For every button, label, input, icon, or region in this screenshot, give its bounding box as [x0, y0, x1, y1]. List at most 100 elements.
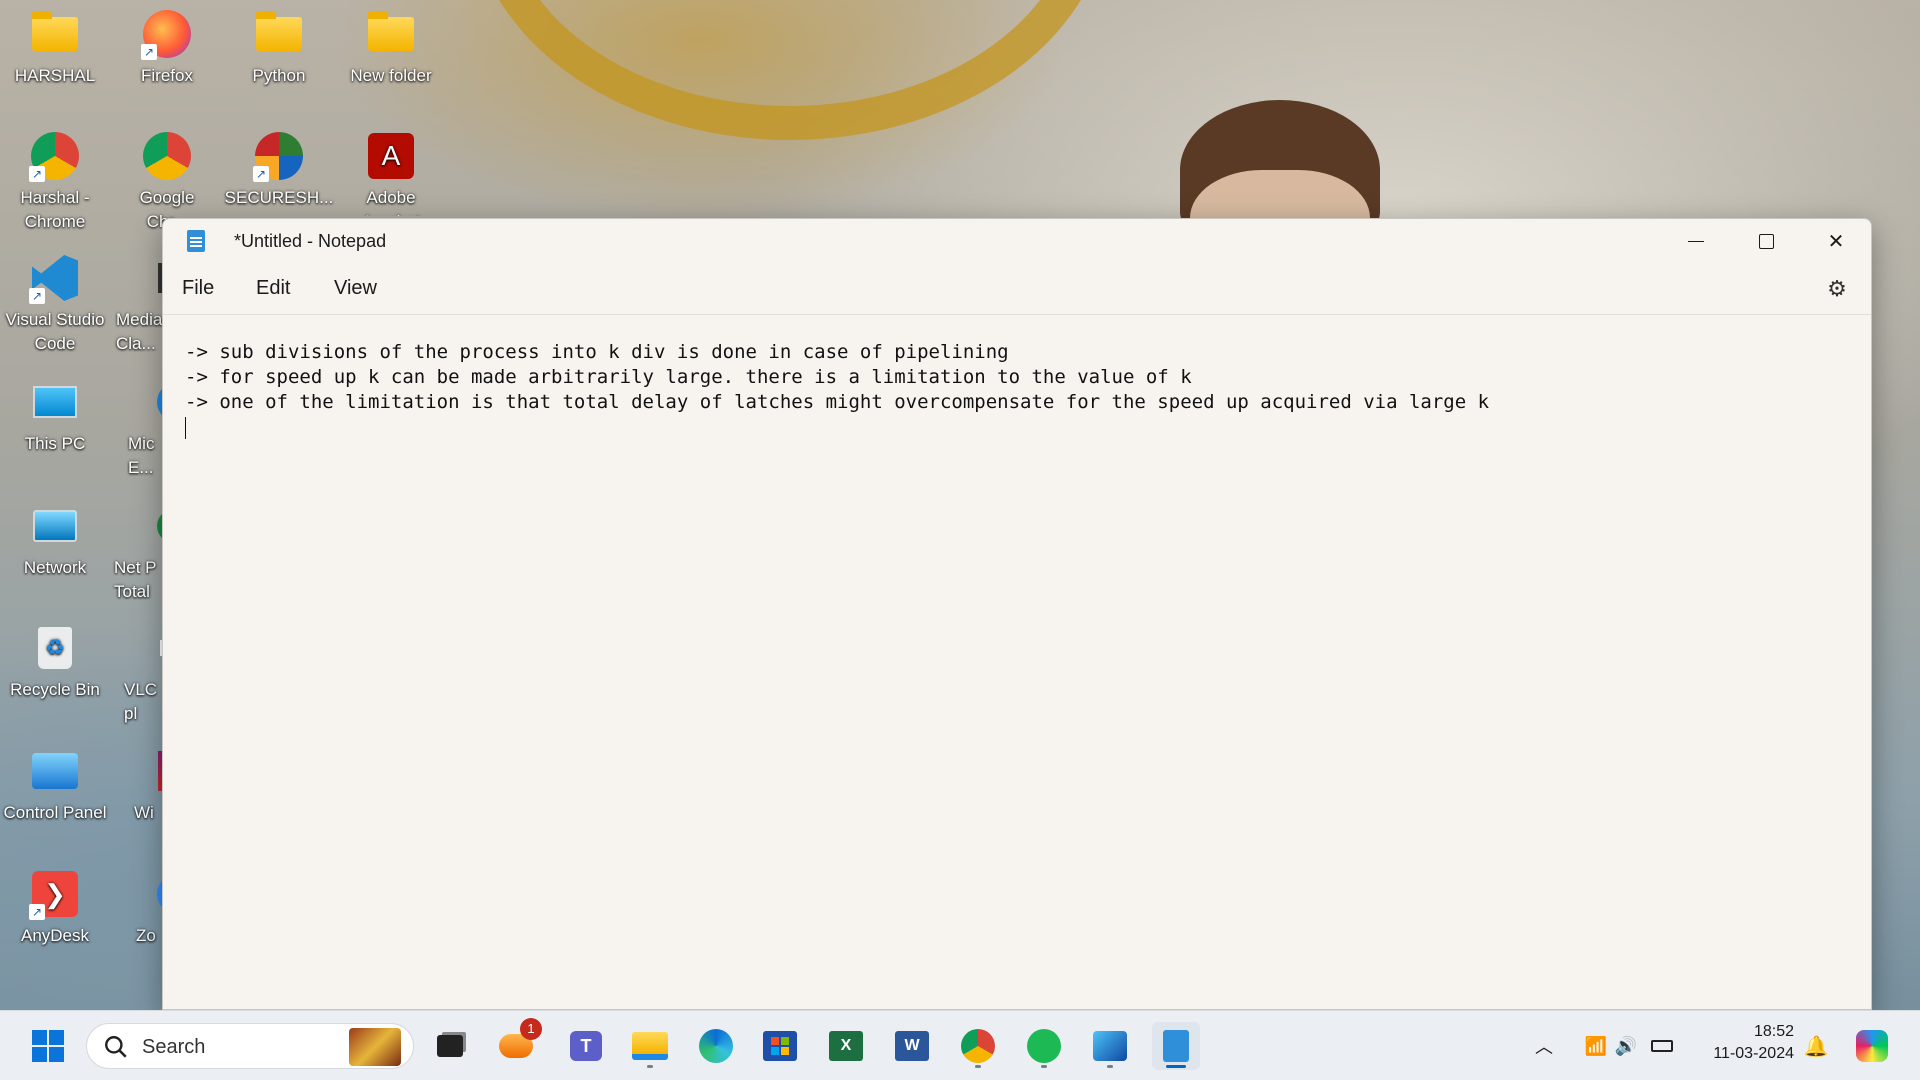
- weather-widget[interactable]: 1: [492, 1018, 542, 1070]
- excel-icon: X: [829, 1031, 863, 1061]
- taskbar-search[interactable]: Search: [86, 1023, 414, 1069]
- desktop-icon-label: Python: [252, 66, 306, 85]
- desktop-icon-microsoft-edge[interactable]: Mic E...: [112, 376, 166, 480]
- desktop-icon-vlc[interactable]: ↗ VLC pl: [112, 622, 166, 726]
- desktop-icon-label: Media Cla...: [116, 310, 163, 353]
- desktop-icon-harshal-chrome[interactable]: ↗ Harshal - Chrome: [0, 130, 110, 234]
- file-explorer-app[interactable]: [626, 1022, 674, 1070]
- spotify-icon: [1027, 1029, 1061, 1063]
- word-app[interactable]: W: [888, 1022, 936, 1070]
- notepad-window[interactable]: *Untitled - Notepad ✕ File Edit View ⚙ -…: [162, 218, 1872, 1010]
- settings-button[interactable]: ⚙: [1825, 277, 1849, 301]
- task-view-icon: [437, 1035, 463, 1057]
- edge-app[interactable]: [692, 1022, 740, 1070]
- desktop-icon-network[interactable]: Network: [0, 500, 110, 580]
- taskbar: Search 1 T X W ︿ 📶 🔊 18:52 11-03-2024 🔔: [0, 1010, 1920, 1080]
- title-bar[interactable]: *Untitled - Notepad ✕: [163, 219, 1871, 263]
- text-caret: [185, 416, 186, 439]
- word-icon: W: [895, 1031, 929, 1061]
- desktop-icon-label: New folder: [350, 66, 432, 85]
- show-hidden-icons-button[interactable]: ︿: [1520, 1022, 1568, 1070]
- desktop-icon-label: AnyDesk: [20, 926, 90, 945]
- desktop-icon-label: Net P Total: [114, 558, 157, 601]
- volume-icon: 🔊: [1614, 1035, 1638, 1056]
- volume-status[interactable]: 🔊: [1606, 1022, 1646, 1070]
- task-view-button[interactable]: [426, 1022, 474, 1070]
- secureshell-icon: ↗: [253, 130, 305, 182]
- desktop-icon-secureshell[interactable]: ↗ SECURESH...: [224, 130, 334, 210]
- desktop-icon-label: Harshal - Chrome: [20, 188, 90, 231]
- menu-edit[interactable]: Edit: [256, 277, 290, 300]
- desktop-icon-label: Firefox: [141, 66, 193, 85]
- control-panel-icon: [29, 745, 81, 797]
- firefox-icon: ↗: [141, 8, 193, 60]
- copilot-icon: [1856, 1030, 1888, 1062]
- minimize-icon: [1688, 240, 1704, 242]
- desktop-icon-anydesk[interactable]: ❯ ↗ AnyDesk: [0, 868, 110, 948]
- start-button[interactable]: [24, 1022, 72, 1070]
- windows-logo-icon: [32, 1030, 64, 1062]
- desktop-icon-net-protector[interactable]: Net P Total: [112, 500, 166, 604]
- desktop-icon-label: Visual Studio Code: [5, 310, 105, 353]
- chrome-icon: [141, 130, 193, 182]
- copilot-button[interactable]: [1848, 1022, 1896, 1070]
- running-indicator: [647, 1065, 653, 1068]
- folder-icon: [253, 8, 305, 60]
- file-explorer-icon: [632, 1032, 668, 1060]
- menu-bar: File Edit View ⚙: [163, 263, 1871, 315]
- menu-file[interactable]: File: [182, 277, 214, 300]
- store-app[interactable]: [756, 1022, 804, 1070]
- minimize-button[interactable]: [1661, 219, 1731, 263]
- window-title: *Untitled - Notepad: [234, 231, 387, 251]
- desktop-icon-label: This PC: [24, 434, 86, 453]
- notifications-button[interactable]: 🔔: [1796, 1022, 1836, 1070]
- clock-date: 11-03-2024: [1713, 1045, 1794, 1062]
- chrome-app[interactable]: [954, 1022, 1002, 1070]
- desktop-icon-python[interactable]: Python: [224, 8, 334, 88]
- desktop-icon-media-player-classic[interactable]: Media Cla...: [112, 252, 166, 356]
- monitor-icon: [29, 376, 81, 428]
- teams-app[interactable]: T: [562, 1022, 610, 1070]
- desktop-icon-label: Recycle Bin: [10, 680, 100, 699]
- recycle-bin-icon: ♻: [29, 622, 81, 674]
- text-line: -> one of the limitation is that total d…: [185, 391, 1490, 413]
- chrome-icon: [961, 1029, 995, 1063]
- desktop-icon-firefox[interactable]: ↗ Firefox: [112, 8, 222, 88]
- gear-icon: ⚙: [1827, 276, 1847, 301]
- desktop-icon-label: HARSHAL: [14, 66, 96, 85]
- maximize-button[interactable]: [1731, 219, 1801, 263]
- battery-status[interactable]: [1642, 1022, 1682, 1070]
- close-button[interactable]: ✕: [1801, 219, 1871, 263]
- desktop-icon-control-panel[interactable]: Control Panel: [0, 745, 110, 825]
- desktop-icon-zoom[interactable]: Zo: [112, 868, 166, 948]
- text-editor[interactable]: -> sub divisions of the process into k d…: [163, 316, 1871, 1009]
- folder-icon: [29, 8, 81, 60]
- notepad-app[interactable]: [1152, 1022, 1200, 1070]
- spotify-app[interactable]: [1020, 1022, 1068, 1070]
- running-indicator: [975, 1065, 981, 1068]
- vscode-icon: ↗: [29, 252, 81, 304]
- excel-app[interactable]: X: [822, 1022, 870, 1070]
- menu-view[interactable]: View: [334, 277, 377, 300]
- bell-icon: 🔔: [1803, 1035, 1829, 1058]
- photos-app[interactable]: [1086, 1022, 1134, 1070]
- search-highlight-image: [349, 1028, 401, 1066]
- search-label: Search: [142, 1036, 206, 1058]
- wifi-icon: 📶: [1584, 1035, 1608, 1056]
- desktop-icon-label: Wi: [134, 803, 154, 822]
- desktop-icon-new-folder[interactable]: New folder: [336, 8, 446, 88]
- clock-time: 18:52: [1753, 1023, 1794, 1040]
- close-icon: ✕: [1827, 230, 1845, 253]
- wallpaper-ring: [470, 0, 1110, 140]
- desktop-icon-vscode[interactable]: ↗ Visual Studio Code: [0, 252, 110, 356]
- desktop-icon-winrar[interactable]: Wi: [112, 745, 166, 825]
- desktop-icon-adobe-acrobat[interactable]: A Adobe Acrobat: [336, 130, 446, 216]
- search-icon: [105, 1036, 127, 1058]
- desktop-icon-label: Network: [23, 558, 87, 577]
- store-icon: [763, 1031, 797, 1061]
- desktop-icon-this-pc[interactable]: This PC: [0, 376, 110, 456]
- desktop-icon-recycle-bin[interactable]: ♻ Recycle Bin: [0, 622, 110, 702]
- running-indicator: [1107, 1065, 1113, 1068]
- clock[interactable]: 18:52 11-03-2024: [1690, 1021, 1800, 1071]
- desktop-icon-harshal[interactable]: HARSHAL: [0, 8, 110, 88]
